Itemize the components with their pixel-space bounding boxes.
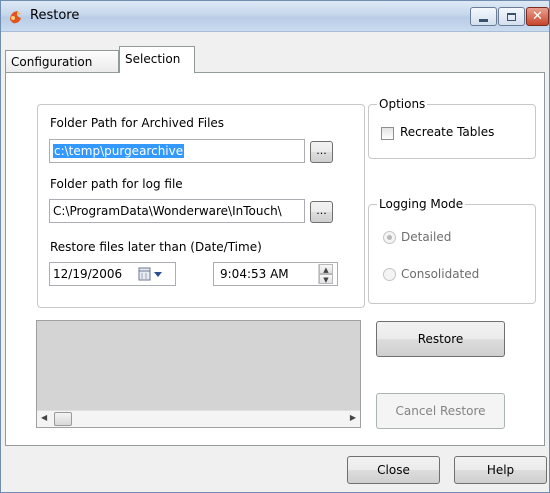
consolidated-radio[interactable]: [383, 268, 396, 281]
recreate-tables-label: Recreate Tables: [400, 125, 495, 139]
options-legend: Options: [377, 97, 428, 111]
horizontal-scrollbar[interactable]: ◀ ▶: [37, 410, 360, 427]
logging-mode-legend: Logging Mode: [377, 197, 466, 211]
options-group: Options Recreate Tables: [368, 97, 536, 159]
log-path-label: Folder path for log file: [50, 177, 183, 191]
archive-path-value: c:\temp\purgearchive: [53, 144, 185, 158]
window-title: Restore: [30, 8, 80, 23]
paths-group: Folder Path for Archived Files c:\temp\p…: [37, 104, 365, 308]
detailed-label: Detailed: [401, 230, 452, 244]
restore-window: Restore ✕ Configuration Selection Folder…: [0, 0, 550, 493]
log-path-input[interactable]: C:\ProgramData\Wonderware\InTouch\: [49, 199, 305, 223]
log-browse-button[interactable]: ...: [310, 201, 333, 223]
close-button[interactable]: Close: [347, 456, 440, 484]
spin-up-icon[interactable]: ▲: [319, 264, 333, 274]
cancel-restore-button[interactable]: Cancel Restore: [376, 393, 505, 429]
calendar-icon[interactable]: [138, 267, 168, 281]
archive-path-input[interactable]: c:\temp\purgearchive: [49, 139, 305, 163]
title-bar[interactable]: Restore ✕: [1, 1, 549, 32]
restore-app-icon: [10, 11, 21, 24]
scroll-right-icon[interactable]: ▶: [350, 413, 356, 422]
archive-path-label: Folder Path for Archived Files: [50, 116, 225, 130]
minimize-icon: [479, 18, 488, 22]
consolidated-label: Consolidated: [401, 267, 480, 281]
scroll-left-icon[interactable]: ◀: [41, 413, 47, 422]
spin-down-icon[interactable]: ▼: [319, 274, 333, 284]
tab-selection[interactable]: Selection: [119, 46, 195, 73]
restore-date-label: Restore files later than (Date/Time): [50, 240, 262, 254]
scroll-thumb[interactable]: [54, 412, 72, 426]
spin-updown-icon[interactable]: ▲ ▼: [318, 264, 333, 284]
log-path-value: C:\ProgramData\Wonderware\InTouch\: [53, 204, 282, 218]
logging-mode-group: Logging Mode Detailed Consolidated: [368, 197, 536, 304]
minimize-button[interactable]: [470, 7, 497, 26]
maximize-icon: [507, 12, 516, 21]
archive-browse-button[interactable]: ...: [310, 141, 333, 163]
date-value: 12/19/2006: [53, 267, 123, 281]
time-value: 9:04:53 AM: [220, 267, 289, 281]
restore-button[interactable]: Restore: [376, 321, 505, 357]
close-icon: ✕: [532, 9, 543, 24]
help-button[interactable]: Help: [454, 456, 547, 484]
recreate-tables-checkbox[interactable]: [381, 127, 394, 140]
restore-log-area[interactable]: ◀ ▶: [36, 320, 361, 428]
maximize-button[interactable]: [498, 7, 525, 26]
detailed-radio[interactable]: [383, 231, 396, 244]
close-window-button[interactable]: ✕: [526, 7, 549, 26]
tab-configuration[interactable]: Configuration: [5, 50, 119, 72]
